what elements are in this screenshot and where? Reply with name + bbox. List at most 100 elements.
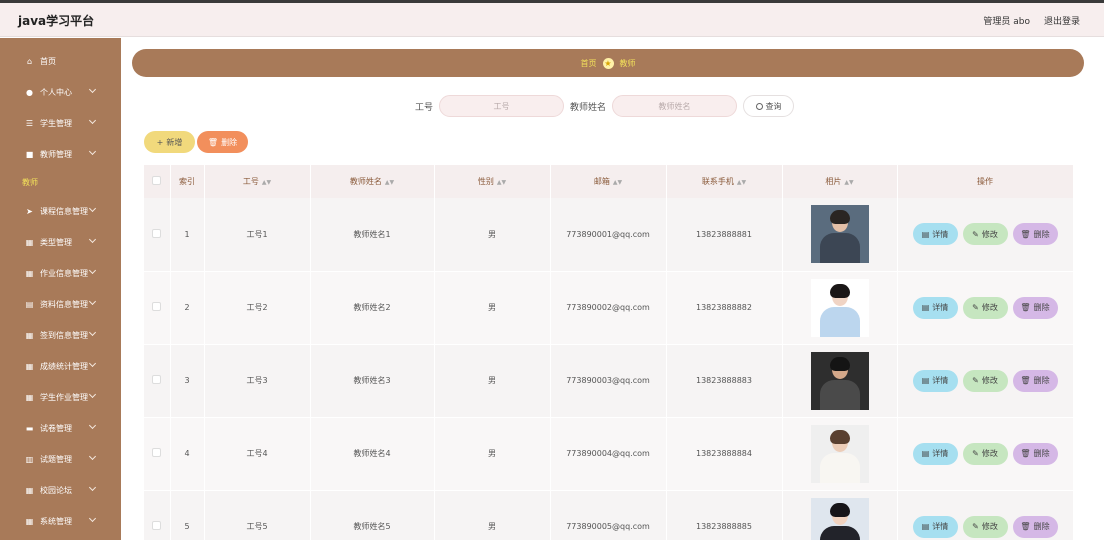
delete-button[interactable]: 🗑 删除 [1012,223,1058,246]
batch-delete-button[interactable]: 🗑 删除 [197,131,248,153]
document-icon: ▤ [921,229,930,239]
sidebar-item-signin-info[interactable]: ▦ 签到信息管理 [0,324,121,346]
sidebar-item-student-management[interactable]: ☰ 学生管理 [0,112,121,134]
row-select-cell [144,198,171,272]
sidebar-item-grade-stats[interactable]: ▦ 成绩统计管理 [0,355,121,377]
teacher-name-input[interactable] [612,95,738,117]
chevron-down-icon [88,266,97,275]
delete-button[interactable]: 🗑 删除 [1012,369,1058,392]
table-row: 5 工号5 教师姓名5 男 773890005@qq.com 138238888… [144,490,1073,540]
cell-index: 1 [170,198,205,272]
table-row: 4 工号4 教师姓名4 男 773890004@qq.com 138238888… [144,417,1073,491]
edit-button[interactable]: ✎ 修改 [962,369,1008,392]
sidebar-item-system-management[interactable]: ▦ 系统管理 [0,510,121,532]
detail-button[interactable]: ▤ 详情 [912,369,958,392]
teacher-photo[interactable] [810,424,869,483]
col-employee-id[interactable]: 工号 ▲▼ [204,165,311,198]
teacher-photo[interactable] [810,278,869,337]
detail-button[interactable]: ▤ 详情 [912,515,958,538]
cell-email: 773890003@qq.com [550,344,667,418]
col-gender[interactable]: 性别 ▲▼ [434,165,551,198]
sidebar-item-teacher-management[interactable]: ■ 教师管理 [0,143,121,165]
row-select-cell [144,271,171,345]
row-checkbox[interactable] [152,375,162,384]
chevron-down-icon [88,147,97,156]
trash-icon: 🗑 [1020,522,1031,531]
cell-email: 773890002@qq.com [550,271,667,345]
breadcrumb-home[interactable]: 首页 [581,58,597,69]
detail-button[interactable]: ▤ 详情 [912,223,958,246]
sidebar-item-campus-forum[interactable]: ▦ 校园论坛 [0,479,121,501]
delete-button[interactable]: 🗑 删除 [1012,515,1058,538]
cell-teacher-name: 教师姓名5 [310,490,435,540]
app-title: java学习平台 [18,14,95,28]
sidebar-item-label: 学生作业管理 [40,392,88,402]
col-index: 索引 [170,165,205,198]
col-phone[interactable]: 联系手机 ▲▼ [666,165,783,198]
trash-icon: 🗑 [1020,229,1031,239]
pencil-icon: ✎ [972,449,979,458]
cell-teacher-name: 教师姓名2 [310,271,435,345]
select-all-checkbox[interactable] [152,176,162,185]
cell-actions: ▤ 详情 ✎ 修改 🗑 删除 [897,198,1073,272]
edit-button[interactable]: ✎ 修改 [962,223,1008,246]
row-checkbox[interactable] [152,448,162,457]
delete-button[interactable]: 🗑 删除 [1012,442,1058,465]
col-photo[interactable]: 相片 ▲▼ [782,165,898,198]
sort-icon: ▲▼ [496,179,507,186]
col-teacher-name[interactable]: 教师姓名 ▲▼ [310,165,435,198]
sidebar-item-material-info[interactable]: ▤ 资料信息管理 [0,293,121,315]
search-button[interactable]: 查询 [743,95,795,117]
delete-button[interactable]: 🗑 删除 [1012,296,1058,319]
sort-icon: ▲▼ [384,179,395,186]
teacher-photo[interactable] [810,205,869,264]
chevron-down-icon [88,116,97,125]
employee-id-input[interactable] [439,95,565,117]
trash-icon: 🗑 [1020,303,1031,312]
col-email[interactable]: 邮箱 ▲▼ [550,165,667,198]
breadcrumb-current: 教师 [619,58,636,68]
sidebar: ⌂ 首页 ● 个人中心 ☰ 学生管理 ■ 教师管理 教师 ➤ 课程信息管理 ▦ … [0,38,121,540]
current-user[interactable]: 管理员 abo [983,14,1030,27]
teacher-name-label: 教师姓名 [570,102,607,113]
cell-teacher-name: 教师姓名1 [310,198,435,272]
row-select-cell [144,490,171,540]
edit-button[interactable]: ✎ 修改 [962,515,1008,538]
list-icon: ☰ [25,118,34,128]
row-checkbox[interactable] [152,302,162,311]
sidebar-item-exam-question[interactable]: ▥ 试题管理 [0,448,121,470]
row-checkbox[interactable] [152,228,162,238]
chevron-down-icon [88,390,97,399]
edit-button[interactable]: ✎ 修改 [962,442,1008,465]
delete-label: 删除 [1033,229,1050,239]
teacher-photo[interactable] [810,497,869,540]
document-icon: ▤ [921,376,930,385]
edit-label: 修改 [981,522,998,531]
detail-label: 详情 [932,376,949,385]
sidebar-item-home[interactable]: ⌂ 首页 [0,50,121,72]
teacher-photo[interactable] [810,351,869,410]
row-checkbox[interactable] [152,521,162,530]
logout-link[interactable]: 退出登录 [1044,14,1080,27]
grid-icon: ▦ [25,516,34,526]
add-button[interactable]: + 新增 [144,131,195,153]
cell-photo [782,490,898,540]
sidebar-item-student-homework[interactable]: ▦ 学生作业管理 [0,386,121,408]
file-icon: ▬ [25,423,34,433]
cell-teacher-name: 教师姓名3 [310,344,435,418]
table-row: 2 工号2 教师姓名2 男 773890002@qq.com 138238888… [144,271,1073,345]
table-header-row: 索引 工号 ▲▼ 教师姓名 ▲▼ 性别 ▲▼ 邮箱 ▲▼ 联系手机 ▲▼ 相片 ▲▼ 操作 [144,165,1073,198]
sidebar-item-label: 资料信息管理 [40,299,88,309]
cell-email: 773890001@qq.com [550,198,667,272]
sidebar-item-type-management[interactable]: ▦ 类型管理 [0,231,121,253]
cell-index: 4 [170,417,205,491]
detail-button[interactable]: ▤ 详情 [912,442,958,465]
edit-button[interactable]: ✎ 修改 [962,296,1008,319]
sidebar-item-course-info[interactable]: ➤ 课程信息管理 [0,200,121,222]
sidebar-item-homework-info[interactable]: ▦ 作业信息管理 [0,262,121,284]
detail-button[interactable]: ▤ 详情 [912,296,958,319]
sidebar-item-exam-paper[interactable]: ▬ 试卷管理 [0,417,121,439]
sidebar-item-personal-center[interactable]: ● 个人中心 [0,81,121,103]
sidebar-group-teacher[interactable]: 教师 [22,177,38,188]
detail-label: 详情 [932,229,949,239]
